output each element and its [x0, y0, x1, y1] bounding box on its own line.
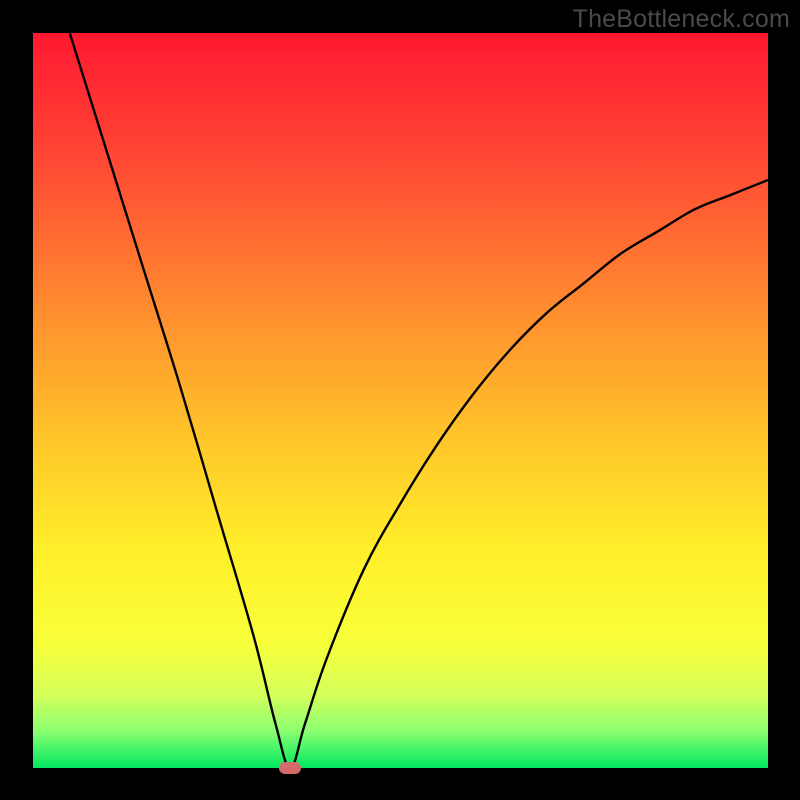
watermark-text: TheBottleneck.com — [573, 5, 790, 34]
minimum-marker — [279, 762, 301, 774]
plot-area — [33, 33, 768, 768]
bottleneck-curve — [33, 33, 768, 768]
chart-frame: TheBottleneck.com — [0, 0, 800, 800]
